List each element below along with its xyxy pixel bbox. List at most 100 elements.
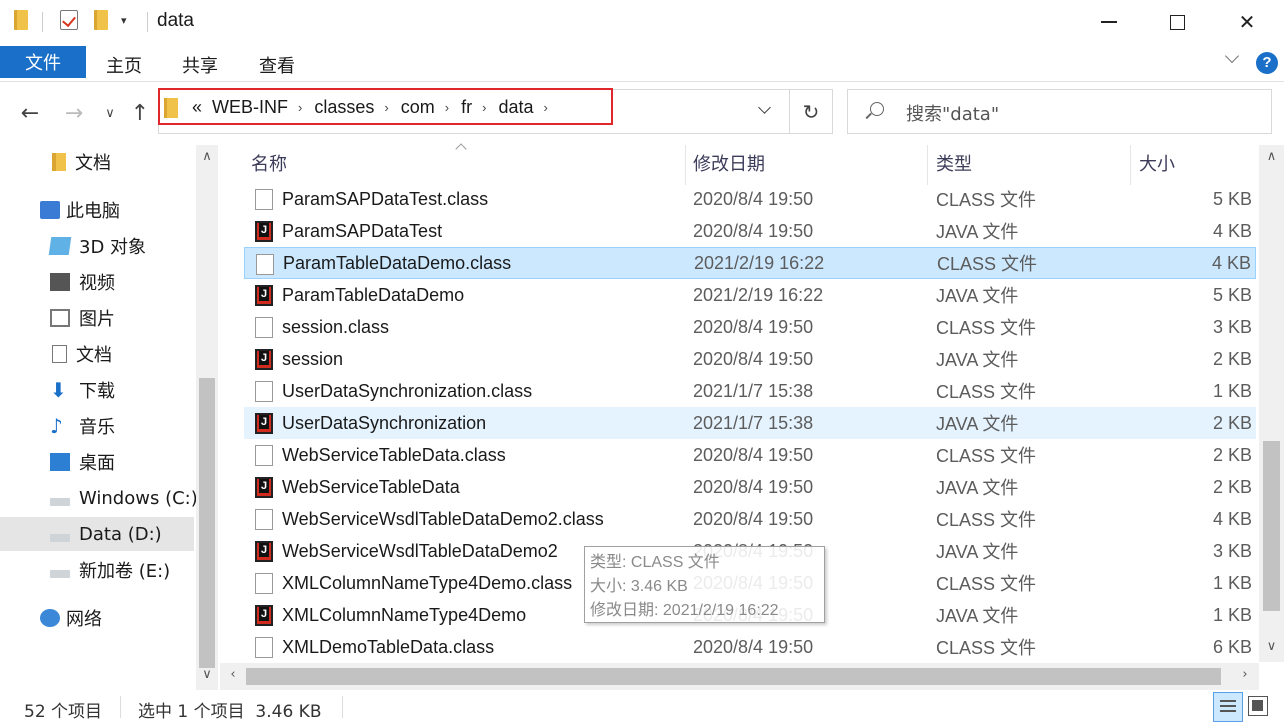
scroll-up-icon[interactable]: ∧ (196, 149, 218, 164)
help-icon[interactable]: ? (1256, 52, 1278, 74)
nav-item-label: 下载 (79, 381, 115, 402)
file-row[interactable]: WebServiceTableData 2020/8/4 19:50 JAVA 文件… (244, 471, 1256, 503)
close-button[interactable]: ✕ (1212, 0, 1282, 44)
title-bar: ▾ data ✕ (0, 0, 1284, 44)
breadcrumb-com[interactable]: com (401, 97, 435, 118)
expand-ribbon-icon[interactable] (1224, 50, 1242, 68)
back-button[interactable]: ← (16, 99, 44, 127)
properties-icon[interactable] (60, 10, 78, 30)
file-name: session.class (282, 316, 390, 337)
nav-item-videos[interactable]: 视频 (50, 265, 115, 299)
class-file-icon (255, 637, 273, 658)
scroll-down-icon[interactable]: ∨ (1259, 639, 1284, 654)
nav-item-documents[interactable]: 文档 (52, 145, 111, 179)
documents-icon (52, 345, 67, 363)
chevron-right-icon[interactable]: › (543, 100, 547, 115)
recent-locations-button[interactable]: ∨ (96, 99, 124, 127)
nav-item-3d-objects[interactable]: 3D 对象 (48, 229, 146, 263)
column-header-name[interactable]: 名称 (251, 150, 287, 180)
file-date: 2020/8/4 19:50 (693, 220, 814, 241)
column-header-type[interactable]: 类型 (936, 150, 972, 180)
address-dropdown-icon[interactable] (758, 103, 772, 117)
file-row[interactable]: WebServiceTableData.class 2020/8/4 19:50 C… (244, 439, 1256, 471)
maximize-button[interactable] (1142, 0, 1212, 44)
chevron-right-icon[interactable]: › (445, 100, 449, 115)
tab-share[interactable]: 共享 (172, 48, 228, 82)
details-view-icon[interactable] (1213, 692, 1243, 722)
chevron-right-icon[interactable]: › (298, 100, 302, 115)
up-button[interactable]: ↑ (126, 99, 154, 127)
file-row[interactable]: WebServiceWsdlTableDataDemo2.class 2020/8… (244, 503, 1256, 535)
file-row[interactable]: session 2020/8/4 19:50 JAVA 文件 2 KB (244, 343, 1256, 375)
refresh-button[interactable]: ↻ (790, 89, 833, 134)
folder-icon[interactable] (14, 10, 28, 30)
scroll-up-icon[interactable]: ∧ (1259, 149, 1284, 164)
column-divider[interactable] (685, 145, 686, 185)
file-row[interactable]: ParamSAPDataTest 2020/8/4 19:50 JAVA 文件 4 K… (244, 215, 1256, 247)
tooltip-type: 类型: CLASS 文件 (590, 554, 720, 571)
file-row[interactable]: UserDataSynchronization 2021/1/7 15:38 JAV… (244, 407, 1256, 439)
horizontal-scrollbar[interactable]: ‹ › (220, 663, 1259, 690)
nav-item-pictures[interactable]: 图片 (50, 301, 115, 335)
nav-item-network[interactable]: 网络 (40, 601, 102, 635)
file-type: JAVA 文件 (936, 414, 1019, 434)
pictures-icon (50, 309, 70, 327)
nav-scrollbar[interactable]: ∧ ∨ (196, 145, 218, 690)
scroll-left-icon[interactable]: ‹ (222, 667, 244, 682)
large-icons-view-icon[interactable] (1248, 696, 1268, 716)
file-row[interactable]: session.class 2020/8/4 19:50 CLASS 文件 3 KB (244, 311, 1256, 343)
forward-button[interactable]: → (60, 99, 88, 127)
file-row[interactable]: ParamSAPDataTest.class 2020/8/4 19:50 CLAS… (244, 183, 1256, 215)
quick-access-dropdown-icon[interactable]: ▾ (121, 14, 127, 27)
class-file-icon (255, 573, 273, 594)
new-folder-icon[interactable] (94, 10, 108, 30)
column-divider[interactable] (1130, 145, 1131, 185)
breadcrumb-web-inf[interactable]: WEB-INF (212, 97, 288, 118)
file-name: XMLColumnNameType4Demo.class (282, 572, 573, 593)
file-size: 2 KB (1212, 444, 1252, 465)
nav-item-label: 此电脑 (66, 201, 120, 222)
list-scrollbar[interactable]: ∧ ∨ (1259, 145, 1284, 662)
chevron-right-icon[interactable]: › (482, 100, 486, 115)
scroll-thumb[interactable] (1263, 441, 1280, 611)
minimize-button[interactable] (1074, 0, 1144, 44)
file-row[interactable]: UserDataSynchronization.class 2021/1/7 15… (244, 375, 1256, 407)
class-file-icon (255, 381, 273, 402)
scroll-right-icon[interactable]: › (1234, 667, 1256, 682)
scroll-thumb[interactable] (246, 668, 1221, 685)
file-size: 4 KB (1212, 220, 1252, 241)
column-header-date[interactable]: 修改日期 (693, 150, 765, 180)
file-row[interactable]: ParamTableDataDemo 2021/2/19 16:22 JAVA 文件… (244, 279, 1256, 311)
column-header-size[interactable]: 大小 (1139, 150, 1175, 180)
search-icon (870, 102, 884, 116)
sort-ascending-icon (455, 141, 467, 153)
nav-item-music[interactable]: ♪ 音乐 (50, 409, 115, 443)
breadcrumb-classes[interactable]: classes (314, 97, 374, 118)
minimize-icon (1101, 21, 1117, 23)
breadcrumb-data[interactable]: data (498, 97, 533, 118)
nav-item-documents-2[interactable]: 文档 (52, 337, 112, 371)
nav-item-drive-c[interactable]: Windows (C:) (50, 481, 198, 515)
drive-icon (50, 570, 70, 578)
nav-item-drive-e[interactable]: 新加卷 (E:) (50, 553, 170, 587)
nav-item-downloads[interactable]: ⬇ 下载 (50, 373, 115, 407)
nav-item-desktop[interactable]: 桌面 (50, 445, 115, 479)
file-date: 2021/2/19 16:22 (693, 284, 824, 305)
search-input[interactable]: 搜索"data" (847, 89, 1272, 134)
breadcrumb-overflow[interactable]: « (192, 97, 202, 118)
nav-item-this-pc[interactable]: 此电脑 (40, 193, 120, 227)
scroll-down-icon[interactable]: ∨ (196, 667, 218, 682)
file-size: 1 KB (1212, 604, 1252, 625)
tab-file[interactable]: 文件 (0, 46, 86, 78)
tab-view[interactable]: 查看 (249, 48, 305, 82)
column-divider[interactable] (927, 145, 928, 185)
folder-icon (164, 97, 178, 118)
scroll-thumb[interactable] (199, 378, 215, 668)
file-name: XMLColumnNameType4Demo (282, 604, 527, 625)
breadcrumb-fr[interactable]: fr (461, 97, 472, 118)
chevron-right-icon[interactable]: › (384, 100, 388, 115)
file-row[interactable]: ParamTableDataDemo.class 2021/2/19 16:22 C… (244, 247, 1256, 279)
file-row[interactable]: XMLDemoTableData.class 2020/8/4 19:50 CLAS… (244, 631, 1256, 663)
tab-home[interactable]: 主页 (96, 48, 152, 82)
nav-item-drive-d[interactable]: Data (D:) (0, 517, 194, 551)
